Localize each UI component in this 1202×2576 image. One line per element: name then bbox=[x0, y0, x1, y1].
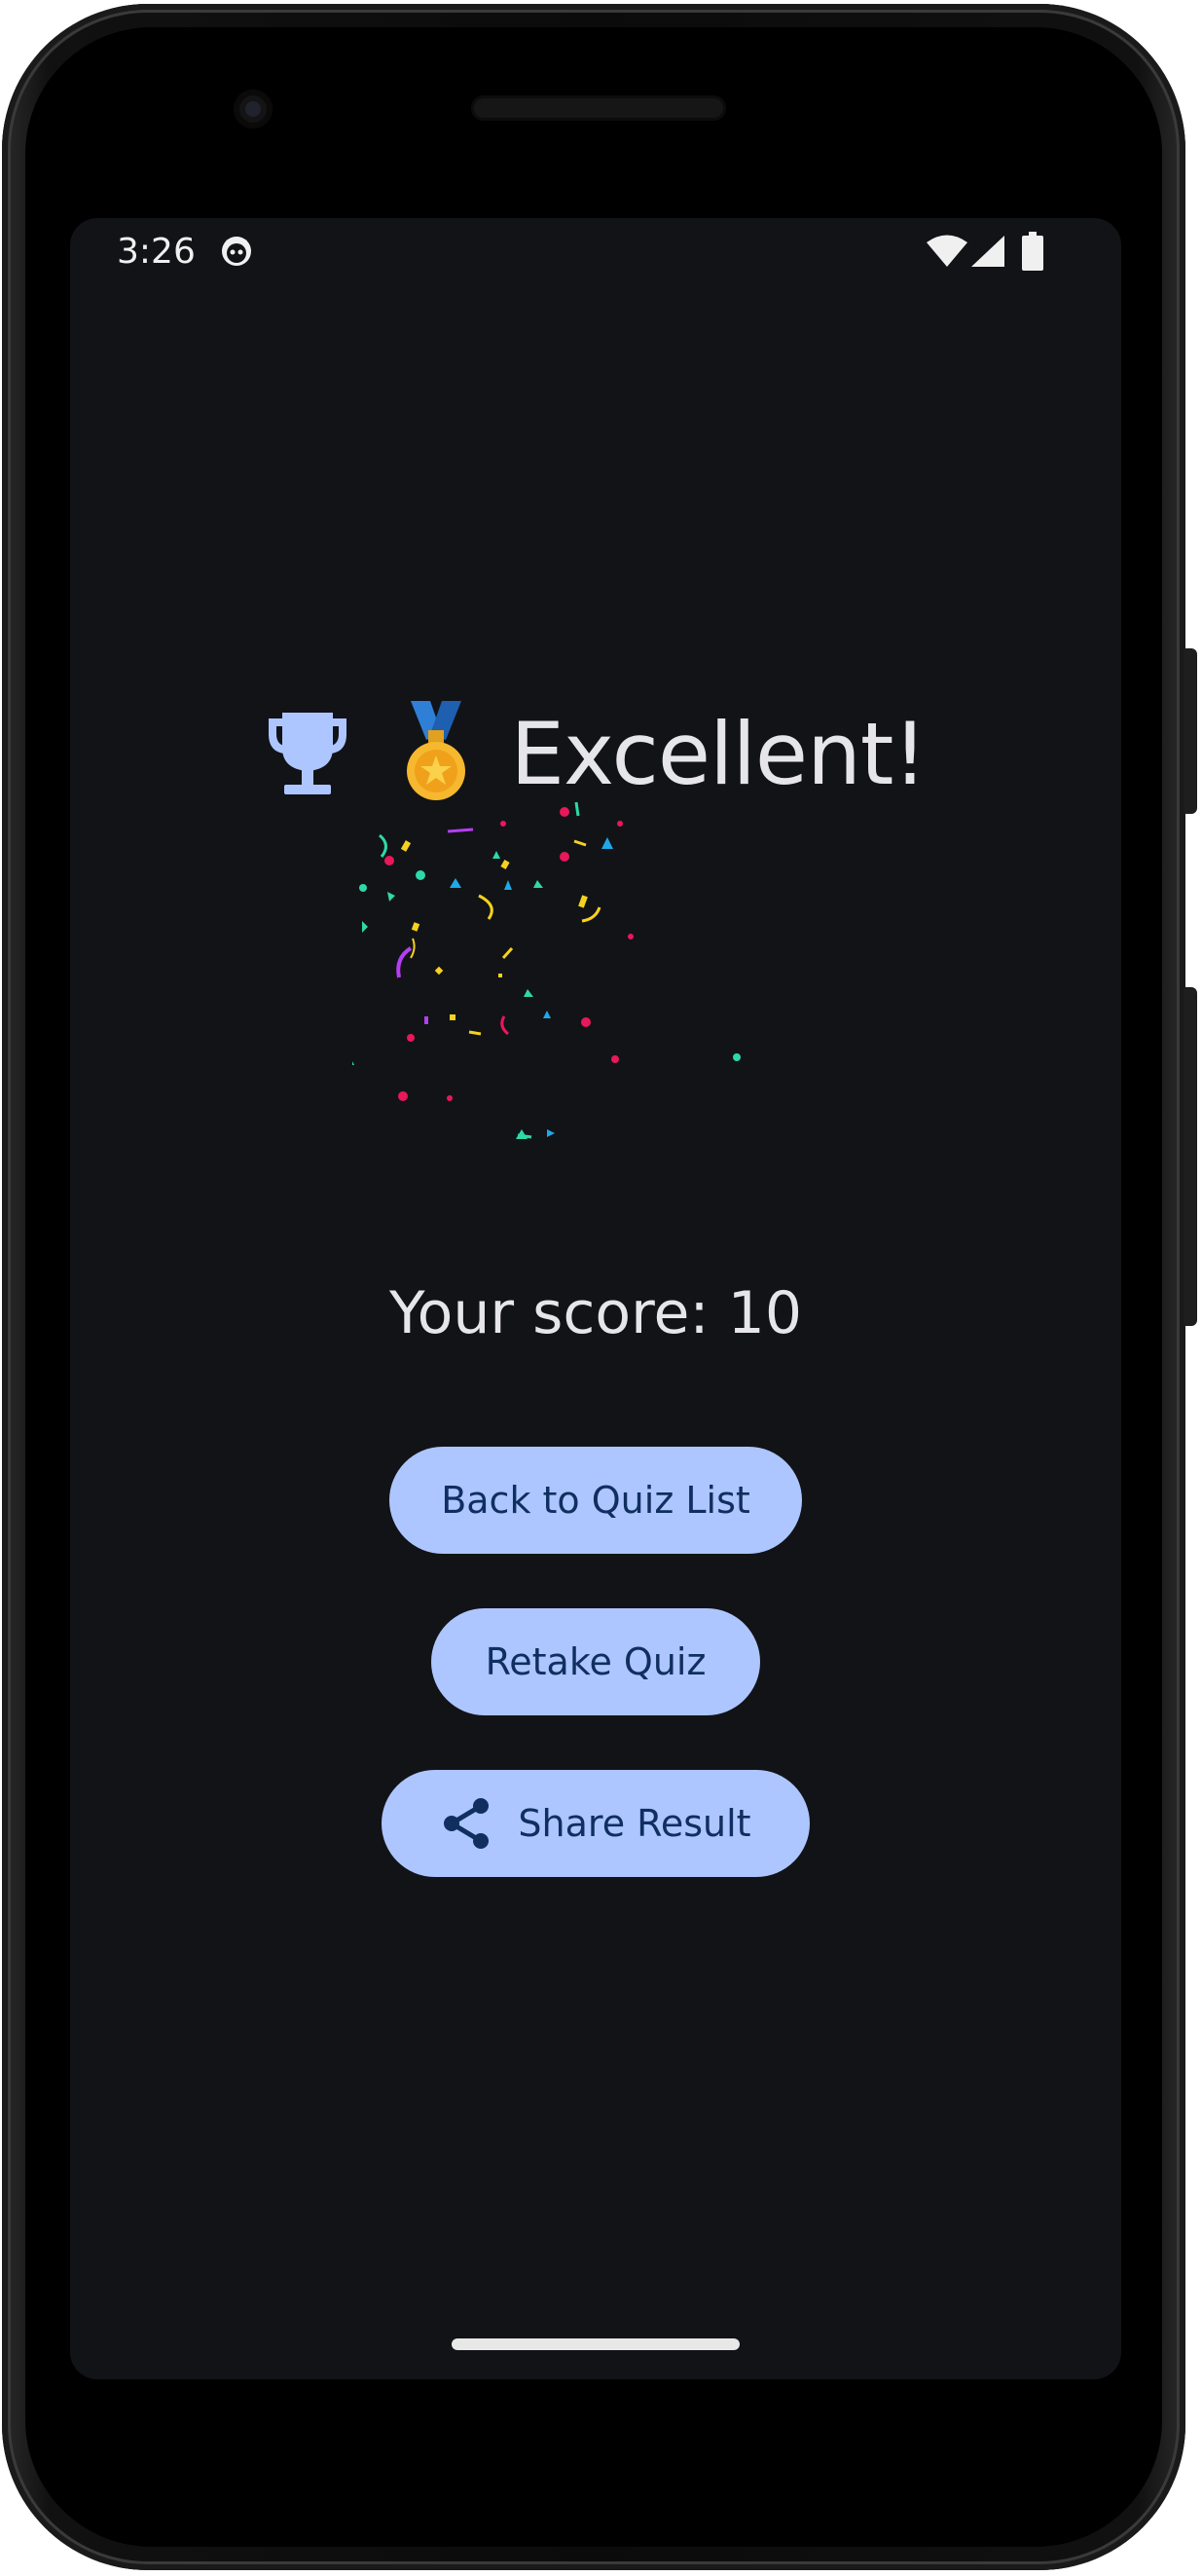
phone-frame: 3:26 Excellent! Your score: 10 Back to Q… bbox=[2, 4, 1197, 2570]
notification-icon bbox=[222, 237, 251, 266]
battery-icon bbox=[1022, 232, 1043, 271]
signal-icon bbox=[971, 236, 1004, 267]
app-screen: 3:26 Excellent! Your score: 10 Back to Q… bbox=[70, 218, 1121, 2379]
status-bar: 3:26 bbox=[70, 218, 1121, 288]
back-to-quiz-list-button[interactable]: Back to Quiz List bbox=[389, 1447, 802, 1554]
score-text: Your score: 10 bbox=[388, 1279, 802, 1347]
confetti-decoration bbox=[352, 802, 741, 1139]
trophy-icon bbox=[269, 713, 347, 794]
wifi-icon bbox=[927, 235, 967, 267]
back-to-quiz-list-label: Back to Quiz List bbox=[441, 1479, 750, 1522]
share-result-label: Share Result bbox=[518, 1802, 751, 1845]
power-button bbox=[1184, 648, 1197, 814]
share-result-button[interactable]: Share Result bbox=[382, 1770, 810, 1877]
home-indicator[interactable] bbox=[452, 2338, 740, 2350]
result-headline: Excellent! bbox=[70, 695, 1121, 812]
retake-quiz-button[interactable]: Retake Quiz bbox=[431, 1608, 760, 1715]
result-title: Excellent! bbox=[510, 703, 927, 804]
volume-button bbox=[1184, 987, 1197, 1326]
retake-quiz-label: Retake Quiz bbox=[485, 1640, 707, 1683]
front-camera bbox=[234, 90, 273, 129]
earpiece-speaker bbox=[471, 95, 726, 121]
status-time: 3:26 bbox=[117, 232, 196, 272]
share-icon bbox=[444, 1798, 490, 1849]
medal-icon bbox=[407, 701, 466, 800]
